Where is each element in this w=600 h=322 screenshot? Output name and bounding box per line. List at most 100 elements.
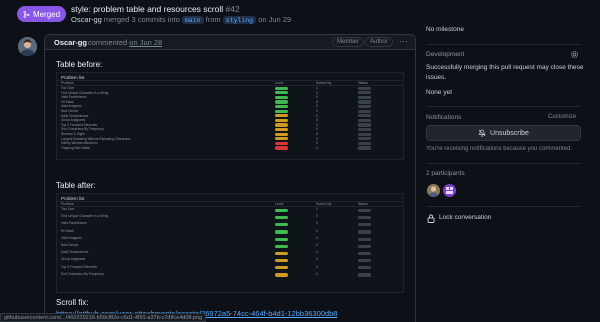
table-row: Valid Anagram 0 <box>57 236 403 243</box>
problem-name: Nuts Device <box>61 242 79 247</box>
col-problem: Problem <box>61 202 75 206</box>
status-badge <box>358 273 371 277</box>
table-row: Nuts Device 0 <box>57 243 403 250</box>
solved-count: 0 <box>316 127 318 132</box>
status-badge <box>358 259 371 263</box>
level-badge <box>275 137 288 141</box>
participants-heading: 2 participants <box>426 170 465 177</box>
milestone-value: No milestone <box>426 26 464 33</box>
level-badge <box>275 266 288 270</box>
divider <box>426 44 581 45</box>
target-branch[interactable]: main <box>181 16 204 24</box>
solved-count: 0 <box>316 141 318 146</box>
level-badge <box>275 141 288 145</box>
solved-count: 1 <box>316 86 318 90</box>
status-badge <box>358 237 371 241</box>
status-badge <box>358 100 371 104</box>
pr-meta-from: from <box>203 15 223 24</box>
level-badge <box>275 109 288 113</box>
problem-name: Valid Anagram <box>61 235 82 240</box>
solved-count: 0 <box>316 257 318 262</box>
avatar[interactable] <box>18 37 37 56</box>
solved-count: 0 <box>316 250 318 255</box>
table-row: Find Unique Character in a String 0 <box>57 214 403 221</box>
source-branch[interactable]: styling <box>222 16 257 24</box>
col-level: Level <box>275 202 284 206</box>
problem-name: Top K Frequent Elements <box>61 122 97 127</box>
lock-conversation-link[interactable]: Lock conversation <box>439 214 491 221</box>
solved-count: 0 <box>316 242 318 247</box>
problem-name: Sort Characters By Frequency <box>61 127 104 132</box>
pr-title: style: problem table and resources scrol… <box>71 4 240 14</box>
status-badge <box>358 123 371 127</box>
problem-name: Hit Stack <box>61 99 74 104</box>
gear-icon[interactable] <box>570 50 579 59</box>
col-solved: Solved by <box>316 202 332 206</box>
table-after-screenshot: Problem list Problem Level Solved by Sta… <box>56 193 404 293</box>
problem-name: Group Anagrams <box>61 118 86 123</box>
comment-header: Oscar-gg commented on Jun 28 Member Auth… <box>45 35 415 50</box>
level-badge <box>275 95 288 99</box>
divider <box>426 163 581 164</box>
table-row: Daily Temperatures 0 <box>57 250 403 257</box>
solved-count: 0 <box>316 99 318 104</box>
status-badge <box>358 230 371 234</box>
unsubscribe-button[interactable]: Unsubscribe <box>426 125 581 141</box>
pr-number: #42 <box>225 4 240 14</box>
table-before-label: Table before: <box>56 60 103 69</box>
pr-meta-author[interactable]: Oscar-gg <box>71 15 102 24</box>
level-badge <box>275 132 288 136</box>
table-row: Trapping Rain Water 0 <box>57 146 403 151</box>
status-badge <box>358 132 371 136</box>
merged-badge-label: Merged <box>32 9 61 19</box>
pr-title-text: style: problem table and resources scrol… <box>71 4 224 14</box>
customize-link[interactable]: Customize <box>548 114 576 120</box>
problem-name: Two Sum <box>61 207 75 211</box>
problem-name: Valid Anagram <box>61 104 82 109</box>
comment-date[interactable]: on Jun 28 <box>129 38 162 47</box>
member-badge: Member <box>332 37 365 47</box>
pr-meta: Oscar-gg merged 3 commits into main from… <box>71 15 291 24</box>
solved-count: 0 <box>316 136 318 141</box>
status-badge <box>358 146 371 150</box>
problem-name: Longest Substring Without Repeating Char… <box>61 136 131 141</box>
status-badge <box>358 141 371 145</box>
table-row: Top K Frequent Elements 0 <box>57 265 403 272</box>
level-badge <box>275 230 288 234</box>
solved-count: 0 <box>316 108 318 113</box>
solved-count: 0 <box>316 228 318 233</box>
status-badge <box>358 95 371 99</box>
problem-name: Daily Temperatures <box>61 113 89 118</box>
status-badge <box>358 114 371 118</box>
status-badge <box>358 118 371 122</box>
table-row: Two Sum 1 <box>57 207 403 214</box>
level-badge <box>275 244 288 248</box>
comment-author[interactable]: Oscar-gg <box>54 38 87 47</box>
table-before-screenshot: Problem list Problem Level Solved by Sta… <box>56 72 404 160</box>
level-badge <box>275 251 288 256</box>
bell-slash-icon <box>478 129 486 137</box>
development-text: Successfully merging this pull request m… <box>426 64 584 81</box>
participant-avatar-image <box>443 184 456 197</box>
status-badge <box>358 266 371 270</box>
level-badge <box>275 237 288 241</box>
participant-avatar[interactable] <box>427 184 440 197</box>
solved-count: 0 <box>316 235 318 240</box>
notification-reason: You're receiving notifications because y… <box>426 146 573 152</box>
level-badge <box>275 104 288 109</box>
problem-name: Find Unique Character in a String <box>61 90 109 95</box>
status-badge <box>358 91 371 95</box>
kebab-menu-icon[interactable]: ··· <box>399 36 408 46</box>
problem-name: Nuts Device <box>61 108 79 113</box>
solved-count: 1 <box>316 207 318 211</box>
problem-name: Sort Characters By Frequency <box>61 271 104 276</box>
solved-count: 0 <box>316 214 318 219</box>
pr-meta-action: merged 3 commits into <box>101 15 182 24</box>
solved-count: 0 <box>316 90 318 95</box>
participant-avatar[interactable] <box>443 184 456 197</box>
table-row: Hit Stack 0 <box>57 229 403 236</box>
solved-count: 0 <box>316 95 318 100</box>
solved-count: 0 <box>316 221 318 226</box>
table-after-label: Table after: <box>56 181 96 190</box>
solved-count: 0 <box>316 104 318 109</box>
